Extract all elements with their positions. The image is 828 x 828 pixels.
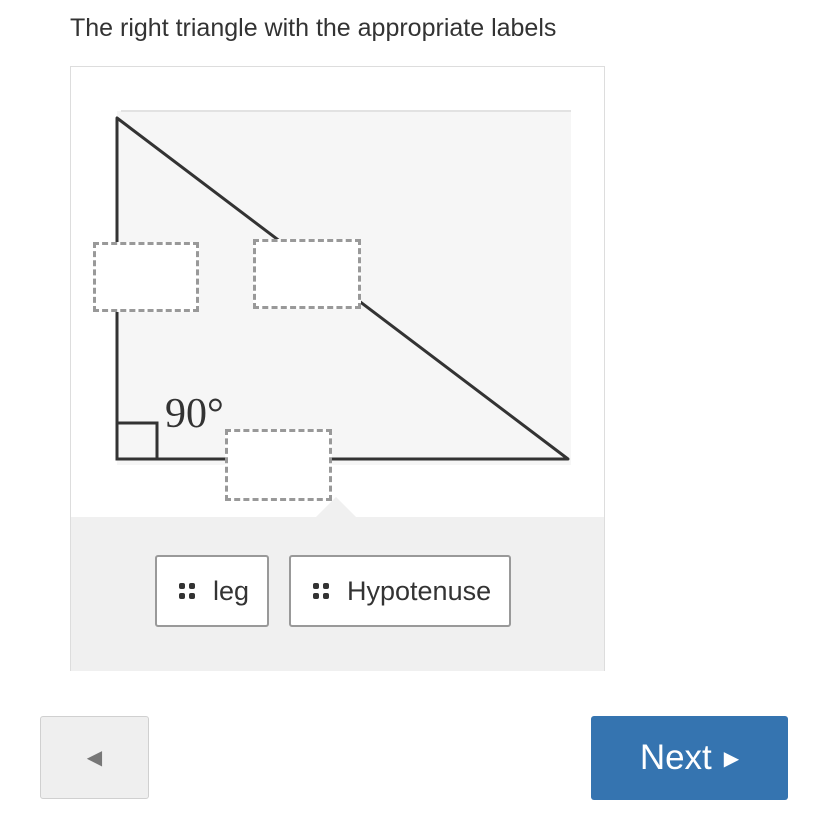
token-leg-label: leg xyxy=(213,575,250,606)
previous-arrow-icon: ◀ xyxy=(86,747,103,769)
answer-tray: leg Hypotenuse xyxy=(71,497,604,671)
drop-zone-bottom-leg[interactable] xyxy=(225,429,332,501)
token-leg[interactable]: leg xyxy=(155,555,270,627)
next-button-label: Next xyxy=(639,738,712,777)
question-prompt: The right triangle with the appropriate … xyxy=(70,14,557,42)
drag-handle-icon xyxy=(313,583,329,599)
token-hypotenuse-label: Hypotenuse xyxy=(347,575,492,606)
tray-pointer xyxy=(316,497,356,517)
token-hypotenuse[interactable]: Hypotenuse xyxy=(289,555,512,627)
triangle-figure: 90° xyxy=(71,67,604,517)
next-button[interactable]: Next ▶ xyxy=(591,716,788,800)
next-arrow-icon: ▶ xyxy=(723,747,740,770)
drop-zone-left-leg[interactable] xyxy=(93,242,199,312)
angle-label: 90° xyxy=(165,391,224,437)
previous-button[interactable]: ◀ xyxy=(40,716,149,799)
drop-zone-hypotenuse[interactable] xyxy=(253,239,361,309)
question-panel: 90° leg Hypotenuse xyxy=(70,66,605,671)
drag-handle-icon xyxy=(179,583,195,599)
